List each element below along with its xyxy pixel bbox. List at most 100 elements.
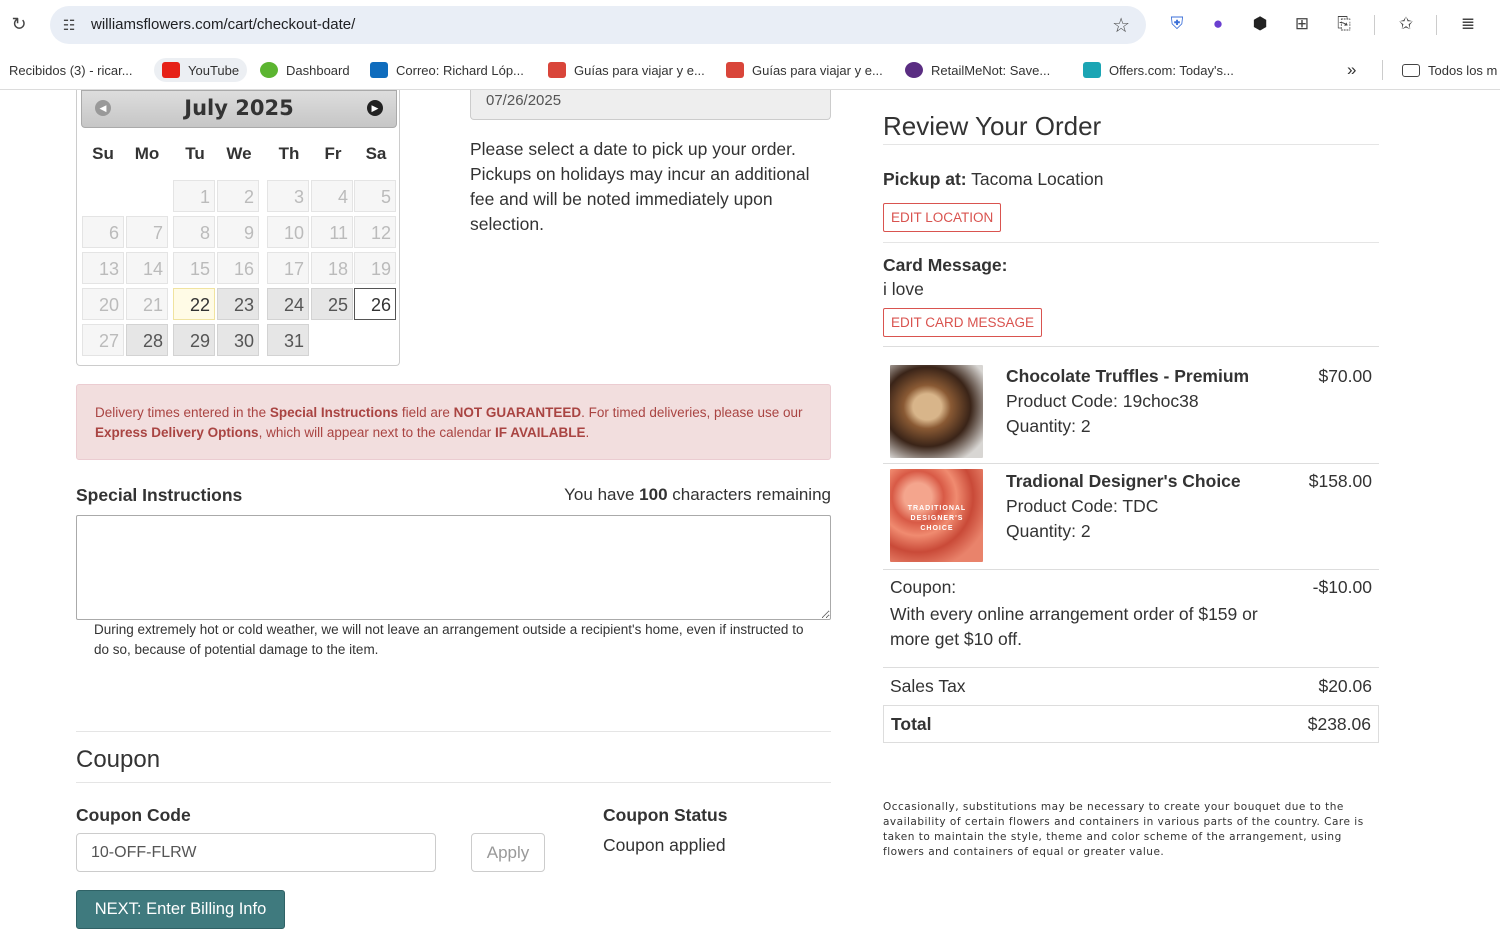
alert-text: . For timed deliveries, please use our (581, 405, 803, 420)
item-price: $70.00 (1318, 366, 1372, 386)
item-quantity: Quantity: 2 (1006, 416, 1091, 436)
pickup-note: Please select a date to pick up your ord… (470, 139, 810, 234)
calendar-day[interactable]: 31 (267, 324, 309, 356)
alert-emphasis: NOT GUARANTEED (453, 405, 582, 420)
bookmark-star-icon[interactable]: ☆ (1112, 13, 1130, 38)
alert-emphasis: IF AVAILABLE (494, 425, 586, 440)
color-extension-icon[interactable]: ● (1206, 12, 1230, 36)
shield-extension-icon[interactable]: ⛨ (1165, 12, 1189, 36)
weather-note: During extremely hot or cold weather, we… (94, 622, 804, 657)
calendar-day: 18 (311, 252, 353, 284)
coupon-amount: -$10.00 (1312, 577, 1372, 597)
address-bar[interactable]: ☷ williamsflowers.com/cart/checkout-date… (50, 6, 1146, 44)
card-message-text: i love (883, 279, 924, 299)
selected-date-field[interactable]: 07/26/2025 (470, 90, 831, 120)
toolbar-divider (1374, 15, 1375, 35)
bookmark-label: Correo: Richard Lóp... (396, 62, 524, 78)
calendar-day: 20 (82, 288, 124, 320)
alert-text: . (585, 425, 590, 440)
substitution-notice: Occasionally, substitutions may be neces… (883, 801, 1364, 858)
remaining-count: 100 (639, 485, 668, 504)
alert-emphasis: Express Delivery Options (95, 425, 259, 440)
next-billing-button[interactable]: NEXT: Enter Billing Info (76, 890, 285, 929)
bookmark-retailmenot[interactable]: RetailMeNot: Save... (905, 58, 1050, 82)
weekday-header: Mo (134, 144, 160, 163)
sales-tax-row: Sales Tax $20.06 (883, 667, 1379, 705)
bookmark-guias-1[interactable]: Guías para viajar y e... (548, 58, 705, 82)
total-value: $238.06 (1307, 714, 1371, 734)
item-name: Chocolate Truffles - Premium (1006, 366, 1250, 386)
calendar-day: 15 (173, 252, 215, 284)
calendar-day[interactable]: 24 (267, 288, 309, 320)
bookmark-dashboard[interactable]: Dashboard (260, 58, 350, 82)
calendar-day[interactable]: 30 (217, 324, 259, 356)
bookmarks-overflow-button[interactable]: » (1347, 58, 1356, 82)
calendar-day: 21 (126, 288, 168, 320)
item-code: Product Code: 19choc38 (1006, 391, 1199, 411)
total-row: Total $238.06 (883, 705, 1379, 743)
date-picker-calendar: ◀ July 2025 ▶ Su Mo Tu We Th Fr Sa 1 2 3 4 5 6 7 8 9 10 1… (76, 90, 400, 366)
bookmark-gmail[interactable]: Recibidos (3) - ricar... (9, 58, 133, 82)
weekday-header: Tu (185, 144, 205, 163)
calendar-day: 11 (311, 216, 353, 248)
calendar-day[interactable]: 28 (126, 324, 168, 356)
site-info-icon[interactable]: ☷ (60, 16, 78, 34)
calendar-day[interactable]: 23 (217, 288, 259, 320)
alert-emphasis: Special Instructions (269, 405, 399, 420)
reading-list-icon[interactable]: ≣ (1456, 12, 1480, 36)
item-code: Product Code: TDC (1006, 496, 1159, 516)
calendar-day: 9 (217, 216, 259, 248)
characters-remaining: You have 100 characters remaining (564, 485, 831, 505)
calendar-day: 6 (82, 216, 124, 248)
calendar-day: 8 (173, 216, 215, 248)
edit-card-message-button[interactable]: EDIT CARD MESSAGE (883, 308, 1043, 337)
weekday-header: Th (278, 144, 300, 163)
special-instructions-textarea[interactable] (76, 515, 831, 620)
delivery-alert: Delivery times entered in the Special In… (76, 384, 831, 460)
coupon-status-value: Coupon applied (603, 835, 726, 855)
calendar-day[interactable]: 25 (311, 288, 353, 320)
product-image-caption: TRADITIONAL DESIGNER'S CHOICE (907, 505, 967, 532)
url-text[interactable]: williamsflowers.com/cart/checkout-date/ (91, 16, 355, 33)
bookmark-youtube[interactable]: YouTube (154, 58, 248, 82)
reload-icon[interactable]: ↻ (9, 14, 29, 34)
remaining-text: You have (564, 485, 640, 504)
extensions-puzzle-icon[interactable]: ⎘ (1332, 12, 1356, 36)
sales-tax-value: $20.06 (1318, 676, 1372, 696)
calendar-header: ◀ July 2025 ▶ (81, 90, 397, 128)
guias-icon (548, 62, 566, 78)
section-divider (76, 782, 831, 783)
add-tab-icon[interactable]: ⊞ (1290, 12, 1314, 36)
bookmark-guias-2[interactable]: Guías para viajar y e... (726, 58, 883, 82)
weekday-header: Fr (324, 144, 342, 163)
bookmark-label: Offers.com: Today's... (1109, 62, 1234, 78)
all-bookmarks-folder[interactable]: Todos los m (1402, 58, 1497, 82)
coupon-code-input[interactable]: 10-OFF-FLRW (76, 833, 436, 872)
edit-location-button[interactable]: EDIT LOCATION (883, 203, 1002, 232)
pickup-value: Tacoma Location (966, 169, 1104, 189)
favorites-icon[interactable]: ✩ (1394, 12, 1418, 36)
offers-icon (1083, 62, 1101, 78)
coupon-description: With every online arrangement order of $… (890, 604, 1258, 649)
bookmark-offers[interactable]: Offers.com: Today's... (1083, 58, 1234, 82)
pickup-label: Pickup at: (883, 169, 967, 189)
calendar-day[interactable]: 29 (173, 324, 215, 356)
coupon-label: Coupon: (890, 577, 957, 597)
order-item: TRADITIONAL DESIGNER'S CHOICE Tradional … (883, 463, 1379, 569)
coupon-row: Coupon: With every online arrangement or… (883, 569, 1379, 667)
calendar-day: 10 (267, 216, 309, 248)
calendar-day[interactable]: 22 (173, 288, 215, 320)
bookmark-label: Dashboard (286, 62, 350, 78)
sales-tax-label: Sales Tax (890, 676, 966, 696)
calendar-day: 7 (126, 216, 168, 248)
weekday-header: Sa (365, 144, 387, 163)
bookmark-outlook[interactable]: Correo: Richard Lóp... (370, 58, 524, 82)
calendar-day: 14 (126, 252, 168, 284)
hex-extension-icon[interactable]: ⬢ (1248, 12, 1272, 36)
calendar-day: 16 (217, 252, 259, 284)
apply-coupon-button[interactable]: Apply (471, 833, 545, 872)
item-quantity: Quantity: 2 (1006, 521, 1091, 541)
calendar-day[interactable]: 26 (354, 288, 396, 320)
next-month-icon[interactable]: ▶ (367, 100, 383, 116)
bookmark-label: Guías para viajar y e... (574, 62, 705, 78)
